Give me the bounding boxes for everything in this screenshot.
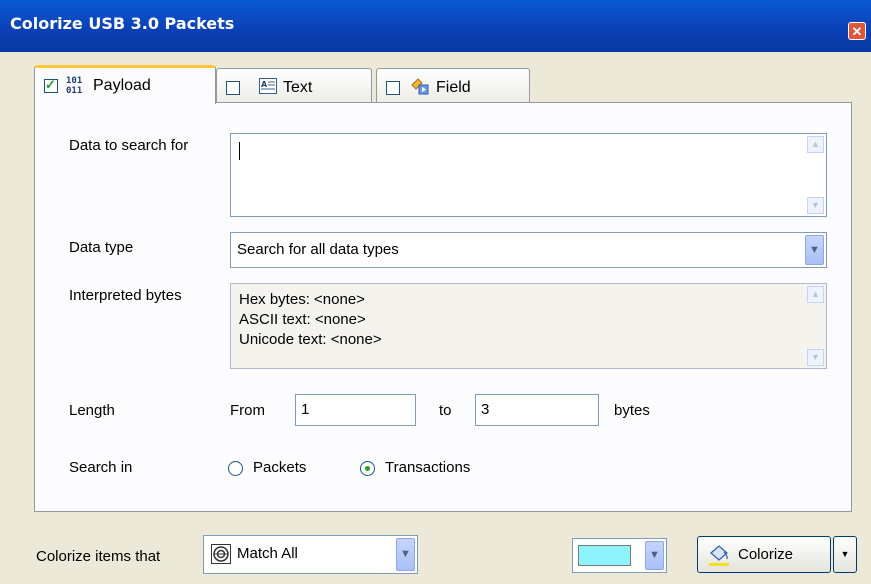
- data-type-select[interactable]: Search for all data types ▼: [230, 232, 827, 268]
- hex-bytes-line: Hex bytes: <none>: [239, 291, 365, 308]
- payload-enable-checkbox[interactable]: [44, 77, 58, 93]
- packets-radio[interactable]: Packets: [228, 459, 338, 479]
- svg-text:011: 011: [66, 86, 82, 94]
- match-icon: [211, 544, 231, 568]
- tab-payload[interactable]: 101011 Payload: [34, 65, 216, 104]
- colorize-button-label: Colorize: [738, 546, 794, 563]
- scroll-down-icon[interactable]: ▼: [807, 349, 824, 366]
- search-label: Data to search for: [69, 137, 189, 154]
- match-value: Match All: [237, 545, 298, 562]
- chevron-down-icon[interactable]: ▼: [396, 538, 415, 571]
- ascii-text-line: ASCII text: <none>: [239, 311, 366, 328]
- interpreted-scrollbar[interactable]: ▲ ▼: [807, 286, 824, 366]
- text-enable-checkbox[interactable]: [226, 80, 240, 95]
- field-icon: [410, 77, 430, 99]
- binary-icon: 101 011: [65, 74, 87, 98]
- svg-text:101: 101: [66, 76, 82, 86]
- packets-radio-label: Packets: [253, 459, 307, 476]
- bytes-label: bytes: [614, 402, 650, 419]
- scroll-up-icon[interactable]: ▲: [807, 136, 824, 153]
- field-enable-checkbox[interactable]: [386, 80, 400, 95]
- tab-text[interactable]: A Text: [216, 68, 372, 106]
- colorize-dialog: Colorize USB 3.0 Packets ✕ 101011 Payloa…: [0, 0, 871, 584]
- search-scrollbar[interactable]: ▲ ▼: [807, 136, 824, 214]
- payload-panel: Data to search for ▲ ▼ Data type Search …: [34, 102, 852, 512]
- colorize-menu-button[interactable]: ▼: [833, 536, 857, 573]
- paint-bucket-icon: [708, 543, 730, 571]
- scroll-down-icon[interactable]: ▼: [807, 197, 824, 214]
- title-bar[interactable]: Colorize USB 3.0 Packets ✕: [0, 0, 871, 52]
- match-select[interactable]: Match All ▼: [203, 535, 418, 574]
- search-in-label: Search in: [69, 459, 133, 476]
- interpreted-label: Interpreted bytes: [69, 287, 182, 304]
- color-picker[interactable]: ▼: [572, 538, 667, 573]
- chevron-down-icon[interactable]: ▼: [805, 235, 824, 265]
- unicode-text-line: Unicode text: <none>: [239, 331, 382, 348]
- search-input[interactable]: ▲ ▼: [230, 133, 827, 217]
- tab-payload-label: Payload: [93, 77, 151, 94]
- from-label: From: [230, 402, 265, 419]
- packets-radio-button[interactable]: [228, 461, 243, 476]
- window-title: Colorize USB 3.0 Packets: [10, 14, 235, 33]
- tab-field-label: Field: [436, 78, 471, 96]
- svg-text:A: A: [261, 80, 268, 89]
- length-to-input[interactable]: 3: [475, 394, 599, 426]
- length-from-input[interactable]: 1: [295, 394, 416, 426]
- length-label: Length: [69, 402, 115, 419]
- scroll-up-icon[interactable]: ▲: [807, 286, 824, 303]
- transactions-radio[interactable]: Transactions: [360, 459, 510, 479]
- tab-field[interactable]: Field: [376, 68, 530, 106]
- colorize-items-label: Colorize items that: [36, 548, 161, 565]
- data-type-label: Data type: [69, 239, 134, 256]
- data-type-value: Search for all data types: [237, 241, 399, 258]
- transactions-radio-button[interactable]: [360, 461, 375, 476]
- close-button[interactable]: ✕: [848, 22, 866, 40]
- to-label: to: [439, 402, 452, 419]
- text-cursor: [239, 142, 240, 160]
- color-swatch: [578, 545, 631, 566]
- interpreted-bytes-box: Hex bytes: <none> ASCII text: <none> Uni…: [230, 283, 827, 369]
- text-doc-icon: A: [259, 77, 277, 98]
- transactions-radio-label: Transactions: [385, 459, 471, 476]
- colorize-button[interactable]: Colorize: [697, 536, 831, 573]
- chevron-down-icon[interactable]: ▼: [645, 541, 664, 570]
- tab-text-label: Text: [283, 78, 313, 96]
